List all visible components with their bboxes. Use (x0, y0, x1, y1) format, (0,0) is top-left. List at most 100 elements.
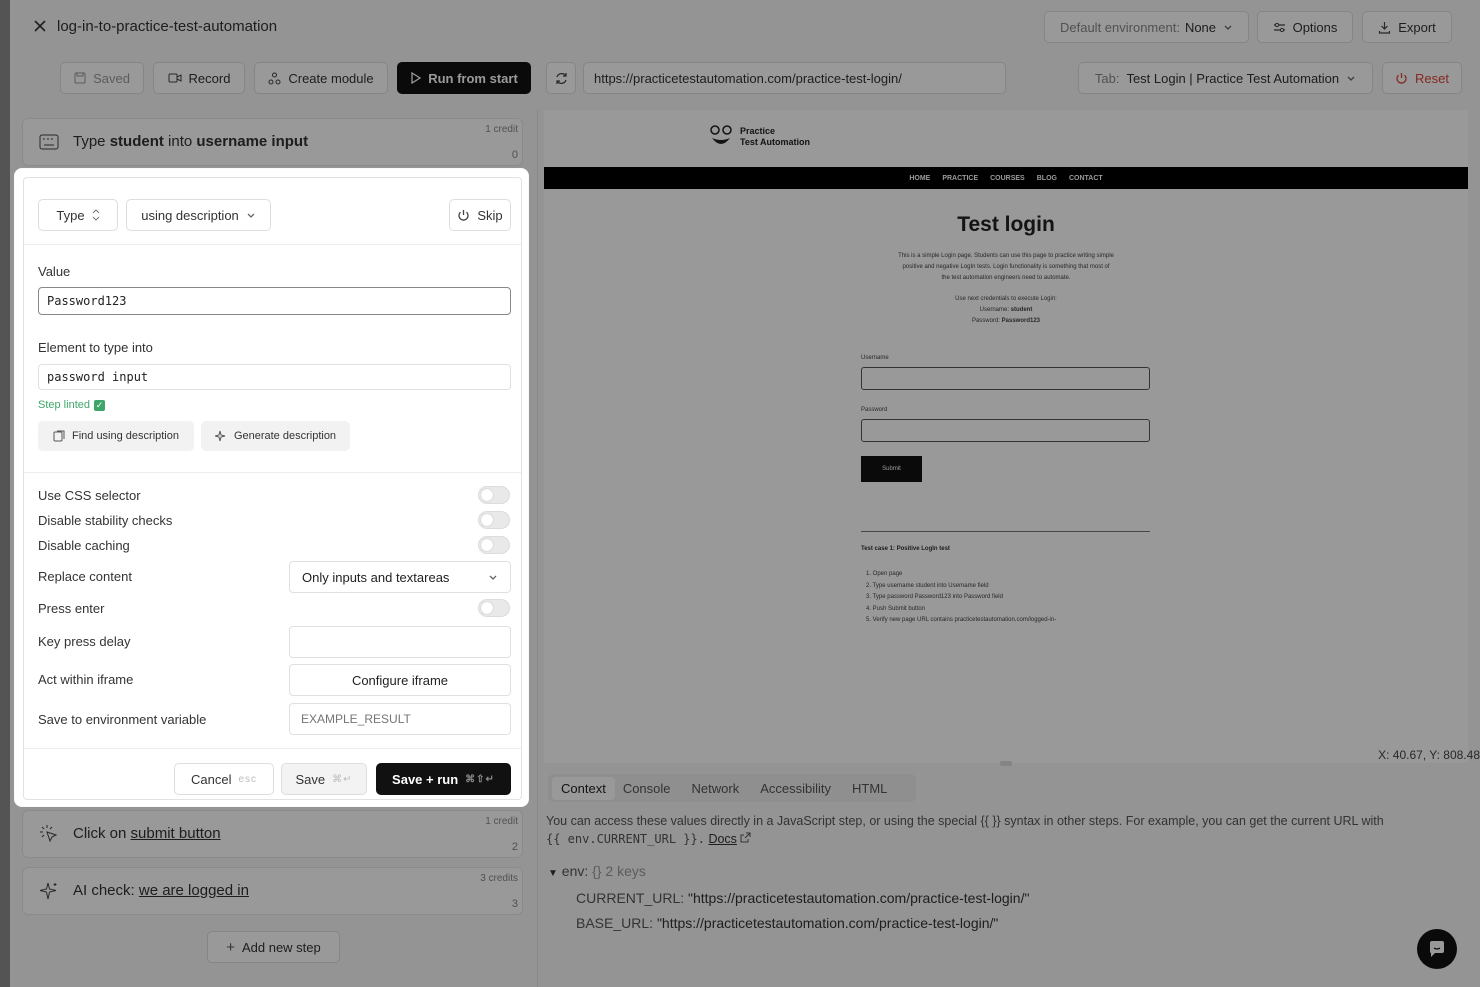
run-from-start-button[interactable]: Run from start (397, 62, 531, 94)
save-icon (74, 72, 86, 84)
tab-accessibility[interactable]: Accessibility (760, 781, 831, 796)
find-using-description-button[interactable]: Find using description (38, 421, 194, 451)
submit-button[interactable]: Submit (861, 456, 922, 482)
use-css-label: Use CSS selector (38, 488, 141, 503)
step-number: 0 (511, 149, 518, 161)
url-field[interactable]: https://practicetestautomation.com/pract… (583, 62, 1006, 94)
configure-iframe-button[interactable]: Configure iframe (289, 664, 511, 696)
step-click-submit[interactable]: Click on submit button 1 credit 2 (22, 810, 523, 858)
nav-practice[interactable]: PRACTICE (942, 175, 978, 182)
find-icon (53, 430, 65, 442)
test-title: log-in-to-practice-test-automation (57, 18, 278, 35)
coordinates-readout: X: 40.67, Y: 808.48 (1378, 748, 1480, 762)
power-icon (458, 209, 469, 221)
save-env-input[interactable] (289, 703, 511, 735)
step-type-username[interactable]: Type student into username input 1 credi… (22, 118, 523, 166)
tab-html[interactable]: HTML (852, 781, 887, 796)
tab-prefix: Tab: (1094, 70, 1120, 86)
options-button[interactable]: Options (1257, 11, 1353, 43)
refresh-icon (555, 72, 567, 84)
export-button[interactable]: Export (1362, 11, 1452, 43)
click-icon (40, 825, 58, 843)
module-icon (268, 72, 281, 84)
mode-select[interactable]: using description (126, 199, 271, 231)
export-label: Export (1398, 19, 1436, 35)
value-label: Value (38, 264, 71, 279)
nav-courses[interactable]: COURSES (990, 175, 1025, 182)
chevron-down-icon (1224, 25, 1232, 30)
add-new-step-label: Add new step (241, 939, 321, 955)
site-logo: Practice Test Automation (708, 124, 810, 150)
password-field-label: Password (861, 407, 888, 413)
chat-bubble-button[interactable] (1417, 929, 1457, 969)
environment-label: Default environment: (1059, 19, 1180, 35)
cancel-button[interactable]: Cancel esc (174, 763, 274, 795)
run-from-start-label: Run from start (428, 70, 518, 86)
username-field-label: Username (861, 355, 889, 361)
test-case-title: Test case 1: Positive LogIn test (861, 546, 950, 552)
step-number: 2 (511, 841, 518, 853)
tab-network[interactable]: Network (692, 781, 740, 796)
disable-stability-label: Disable stability checks (38, 513, 173, 528)
reset-button[interactable]: Reset (1382, 62, 1462, 94)
power-icon (1396, 72, 1407, 84)
disable-stability-toggle[interactable] (478, 511, 510, 529)
key-press-delay-label: Key press delay (38, 634, 131, 649)
password-field[interactable] (861, 419, 1150, 442)
keyboard-icon (39, 134, 59, 150)
nav-contact[interactable]: CONTACT (1069, 175, 1103, 182)
action-select[interactable]: Type (38, 199, 118, 231)
resize-handle[interactable] (1000, 761, 1012, 766)
saved-button[interactable]: Saved (60, 62, 144, 94)
tab-context[interactable]: Context (552, 776, 615, 800)
page-heading: Test login (957, 213, 1055, 236)
plus-icon: + (226, 938, 235, 956)
external-link-icon (740, 832, 751, 843)
value-input[interactable]: Password123 (38, 287, 511, 315)
chevron-down-icon (1347, 76, 1355, 81)
create-module-button[interactable]: Create module (254, 62, 388, 94)
environment-select[interactable]: Default environment: None (1044, 11, 1249, 43)
step-linted-status: Step linted ✓ (38, 399, 105, 411)
env-tree: ▼ env: {} 2 keys CURRENT_URL: "https://p… (548, 863, 1030, 931)
generate-description-button[interactable]: Generate description (201, 421, 350, 451)
video-icon (168, 73, 182, 83)
username-field[interactable] (861, 367, 1150, 390)
collapse-triangle-icon[interactable]: ▼ (548, 868, 558, 879)
tab-select[interactable]: Tab: Test Login | Practice Test Automati… (1078, 62, 1373, 94)
disable-caching-label: Disable caching (38, 538, 130, 553)
add-new-step-button[interactable]: + Add new step (207, 931, 340, 963)
step-ai-check[interactable]: AI check: we are logged in 3 credits 3 (22, 867, 523, 915)
divider (24, 472, 521, 473)
press-enter-toggle[interactable] (478, 599, 510, 617)
skip-button[interactable]: Skip (449, 199, 511, 231)
docs-link[interactable]: Docs (708, 832, 736, 846)
refresh-button[interactable] (546, 62, 576, 94)
save-run-button[interactable]: Save + run ⌘⇧↵ (376, 763, 511, 795)
test-case-steps: 1. Open page 2. Type username student in… (866, 571, 1057, 623)
close-icon[interactable] (32, 18, 48, 34)
key-press-delay-input[interactable] (289, 626, 511, 658)
nav-home[interactable]: HOME (909, 175, 930, 182)
use-css-toggle[interactable] (478, 486, 510, 504)
element-input[interactable]: password input (38, 364, 511, 390)
save-button[interactable]: Save ⌘↵ (281, 763, 367, 795)
record-button[interactable]: Record (153, 62, 245, 94)
step-credit: 3 credits (480, 873, 518, 884)
logo-line2: Test Automation (740, 137, 810, 147)
press-enter-label: Press enter (38, 601, 105, 616)
tab-console[interactable]: Console (623, 781, 671, 796)
disable-caching-toggle[interactable] (478, 536, 510, 554)
logo-line1: Practice (740, 126, 776, 136)
nav-blog[interactable]: BLOG (1037, 175, 1057, 182)
check-icon: ✓ (93, 399, 105, 411)
up-down-chevron-icon (92, 209, 99, 221)
step-number: 3 (511, 898, 518, 910)
divider (24, 748, 521, 749)
inspector-tabs: Context Console Network Accessibility HT… (548, 774, 916, 802)
mode-value: using description (141, 207, 239, 223)
create-module-label: Create module (288, 70, 374, 86)
replace-content-select[interactable]: Only inputs and textareas (289, 561, 511, 593)
skip-label: Skip (477, 207, 503, 223)
step-title: AI check: we are logged in (73, 882, 249, 899)
